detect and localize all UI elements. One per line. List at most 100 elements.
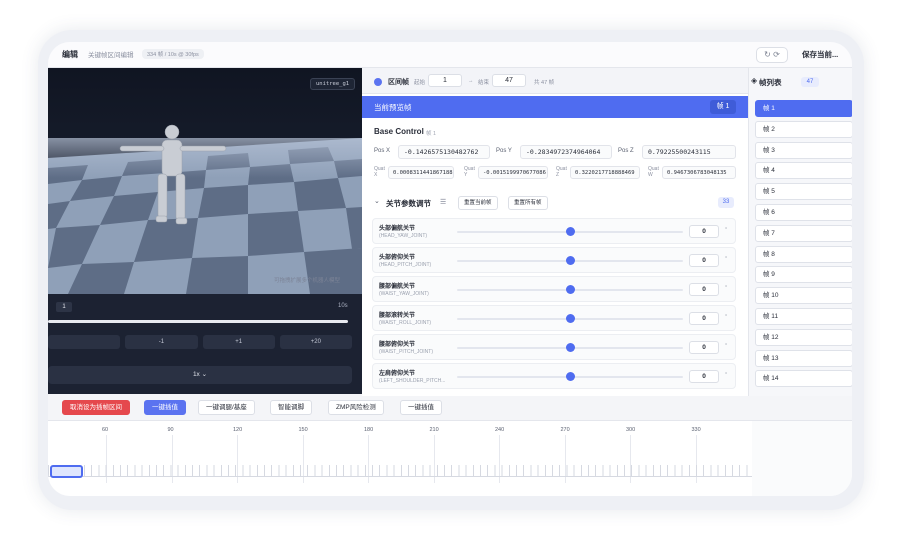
playback-progress-track[interactable]	[48, 320, 348, 323]
viewport-hint: 可拖拽扩展多个机器人模型	[274, 278, 341, 284]
timeline-selection-handle[interactable]	[50, 465, 83, 478]
joint-slider-knob[interactable]	[565, 372, 575, 381]
frame-list-item[interactable]: 帧 1	[755, 100, 852, 117]
range-row: 区间帧 起始 1 → 结束 47 共 47 帧	[362, 68, 748, 94]
frame-list-item[interactable]: 帧 5	[755, 183, 852, 201]
smart-adjust-button[interactable]: 智能调脚	[270, 400, 312, 415]
frame-list-item[interactable]: 帧 7	[755, 224, 852, 242]
joint-name: 腰部俯仰关节	[379, 342, 416, 348]
pos-x-label: Pos X	[374, 148, 391, 154]
reset-current-frame-button[interactable]: 重置当前帧	[458, 196, 498, 210]
one-click-interp-secondary-button[interactable]: 一键插值	[400, 400, 442, 415]
refresh-buttons[interactable]: ↻ ⟳	[756, 47, 788, 63]
joint-row: 左肩俯仰关节 (LEFT_SHOULDER_PITCH... 0 °	[372, 363, 736, 389]
joint-unit: °	[725, 372, 728, 378]
timeline-tick-label: 150	[298, 427, 308, 433]
joint-slider-knob[interactable]	[565, 256, 575, 265]
joint-id: (HEAD_PITCH_JOINT)	[379, 262, 432, 268]
quat-w-input[interactable]: 0.9467306783048135	[662, 166, 736, 179]
quat-x-input[interactable]: 0.0008311441867188	[388, 166, 454, 179]
joint-row: 腰部俯仰关节 (WAIST_PITCH_JOINT) 0 °	[372, 334, 736, 360]
quat-y-label: Quat Y	[464, 166, 475, 178]
timeline[interactable]: 60 90 120 150 180 210 240 270 300 330	[48, 420, 852, 496]
one-click-interp-button[interactable]: 一键插值	[144, 400, 186, 415]
timeline-tick-label: 60	[102, 427, 109, 433]
joint-params-header: ⌄ 关节参数调节 ☰ 重置当前帧 重置所有帧 33	[362, 194, 748, 212]
save-button[interactable]: 保存当前...	[796, 47, 852, 63]
frame-list-item[interactable]: 帧 14	[755, 370, 852, 388]
timeline-tick-label: 330	[691, 427, 701, 433]
one-click-base-button[interactable]: 一键调腿/基座	[198, 400, 255, 415]
step-button-forward-one[interactable]: +1	[202, 335, 275, 349]
frame-list-item[interactable]: 帧 11	[755, 308, 852, 325]
pos-y-label: Pos Y	[496, 148, 512, 154]
range-total: 共 47 帧	[534, 80, 555, 86]
joint-unit: °	[725, 314, 728, 320]
joint-slider-knob[interactable]	[565, 227, 575, 236]
frame-step-buttons: -1 +1 +20	[48, 335, 352, 349]
base-control-title: Base Control	[374, 127, 424, 136]
joint-value-input[interactable]: 0	[689, 341, 719, 354]
timeline-right-pad	[752, 421, 852, 496]
end-label: 结束	[478, 80, 490, 86]
pos-x-input[interactable]: -0.14265751304827​62	[398, 145, 490, 159]
joint-value-input[interactable]: 0	[689, 283, 719, 296]
quat-z-label: Quat Z	[556, 166, 567, 178]
frame-list-item[interactable]: 帧 3	[755, 141, 852, 159]
start-frame-input[interactable]: 1	[428, 74, 462, 87]
quat-z-input[interactable]: 0.3220217718888469	[570, 166, 640, 179]
current-frame-badge: 帧 1	[710, 100, 736, 114]
joint-name: 头部偏航关节	[379, 226, 416, 232]
timeline-tick-label: 240	[495, 427, 505, 433]
step-button-back-one[interactable]: -1	[125, 335, 198, 349]
frame-list-item[interactable]: 帧 9	[755, 266, 852, 284]
joint-unit: °	[725, 256, 728, 262]
current-frame-input[interactable]: 1	[56, 302, 72, 312]
frame-list-item[interactable]: 帧 12	[755, 328, 852, 346]
duration-label: 10s	[338, 303, 348, 309]
joint-slider-knob[interactable]	[565, 343, 575, 352]
frame-list-item[interactable]: 帧 8	[755, 245, 852, 263]
reset-all-frames-button[interactable]: 重置所有帧	[508, 196, 548, 210]
end-frame-input[interactable]: 47	[492, 74, 526, 87]
quat-x-label: Quat X	[374, 166, 385, 178]
frame-list-item[interactable]: 帧 2	[755, 120, 852, 138]
timeline-tick-label: 300	[626, 427, 636, 433]
frame-list-item[interactable]: 帧 10	[755, 287, 852, 305]
joint-name: 腰部偏航关节	[379, 284, 416, 290]
joint-unit: °	[725, 343, 728, 349]
joint-value-input[interactable]: 0	[689, 254, 719, 267]
joint-id: (WAIST_ROLL_JOINT)	[379, 320, 432, 326]
range-label: 区间帧	[388, 79, 409, 86]
joint-unit: °	[725, 227, 728, 233]
list-icon: ☰	[440, 199, 447, 206]
joint-value-input[interactable]: 0	[689, 370, 719, 383]
3d-viewport[interactable]: unitree_g1 可拖拽扩展多个机器人模型	[48, 68, 362, 294]
range-arrow: →	[468, 78, 474, 84]
base-control-frame: 帧 1	[426, 131, 437, 137]
joint-row: 头部俯仰关节 (HEAD_PITCH_JOINT) 0 °	[372, 247, 736, 273]
top-bar: 编辑 关键帧区间编辑 334 帧 / 10s @ 30fps ↻ ⟳ 保存当前.…	[48, 42, 852, 68]
joint-slider-knob[interactable]	[565, 285, 575, 294]
frame-list-item[interactable]: 帧 13	[755, 349, 852, 367]
joint-value-input[interactable]: 0	[689, 225, 719, 238]
pos-y-input[interactable]: -0.2834972374964064	[520, 145, 612, 159]
joint-value-input[interactable]: 0	[689, 312, 719, 325]
joint-id: (HEAD_YAW_JOINT)	[379, 233, 428, 239]
pos-z-input[interactable]: 0.79225500243115	[642, 145, 736, 159]
frame-list-item[interactable]: 帧 6	[755, 204, 852, 221]
joint-slider-knob[interactable]	[565, 314, 575, 323]
step-button-forward-far[interactable]: +20	[279, 335, 352, 349]
step-button-back-far[interactable]	[48, 335, 121, 349]
frame-list-item[interactable]: 帧 4	[755, 162, 852, 180]
joint-id: (WAIST_PITCH_JOINT)	[379, 349, 433, 355]
joint-id: (WAIST_YAW_JOINT)	[379, 291, 429, 297]
quat-y-input[interactable]: -0.0015199970677086	[478, 166, 548, 179]
zmp-check-button[interactable]: ZMP风险检测	[328, 400, 384, 415]
range-dot-icon	[374, 78, 382, 86]
cancel-interp-range-button[interactable]: 取消设为插帧区间	[62, 400, 130, 415]
layers-icon: ◈	[751, 76, 758, 85]
collapse-chevron-icon[interactable]: ⌄	[374, 197, 380, 205]
app-title: 编辑	[62, 50, 78, 59]
playback-speed-select[interactable]: 1x ⌄	[48, 366, 352, 384]
